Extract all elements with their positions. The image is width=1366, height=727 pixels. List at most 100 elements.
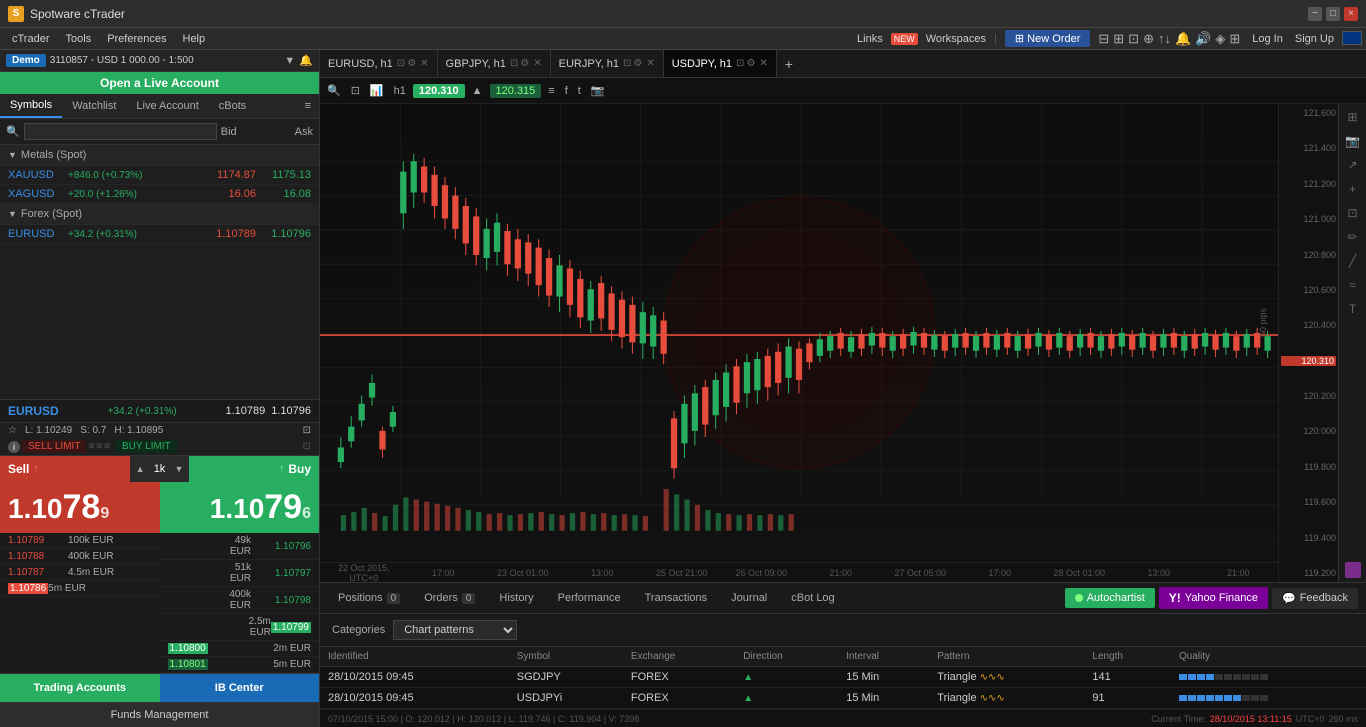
tab-transactions[interactable]: Transactions — [635, 588, 718, 608]
menu-ctrader[interactable]: cTrader — [4, 31, 58, 47]
chart-grid-btn[interactable]: ⊞ — [1345, 108, 1359, 126]
demo-badge[interactable]: Demo — [6, 54, 46, 67]
funds-management-button[interactable]: Funds Management — [0, 702, 319, 727]
chart-tab-gbpjpy[interactable]: GBPJPY, h1 ⊡ ⚙ ✕ — [438, 50, 551, 77]
limit-icon-4[interactable]: ⊡ — [303, 441, 311, 452]
tab-settings-icon-3[interactable]: ⚙ — [633, 58, 642, 69]
chart-cursor-icon[interactable]: ⊡ — [348, 83, 363, 98]
tab-close-eurjpy[interactable]: ✕ — [646, 58, 654, 69]
qty-up-arrow[interactable]: ▲ — [136, 464, 145, 474]
order-row-buy-highlight3[interactable]: 1.108015m EUR — [160, 657, 320, 673]
table-row[interactable]: 28/10/2015 09:45 USDJPYi FOREX ▲ 15 Min … — [320, 688, 1366, 709]
tab-expand-icon-2[interactable]: ⊡ — [510, 58, 518, 69]
close-button[interactable]: × — [1344, 7, 1358, 21]
group-metals[interactable]: ▼ Metals (Spot) — [0, 145, 319, 166]
links-button[interactable]: Links — [857, 33, 883, 45]
order-row-buy-highlight[interactable]: 2.5m EUR1.10799 — [160, 614, 320, 641]
tab-close-eurusd[interactable]: ✕ — [420, 58, 428, 69]
chart-h1-label[interactable]: h1 — [391, 84, 409, 98]
tab-cbot-log[interactable]: cBot Log — [781, 588, 844, 608]
expand-icon[interactable]: ⊡ — [303, 425, 311, 436]
chart-search-icon[interactable]: 🔍 — [324, 83, 344, 98]
chart-tab-eurusd[interactable]: EURUSD, h1 ⊡ ⚙ ✕ — [320, 50, 438, 77]
tab-expand-icon-4[interactable]: ⊡ — [736, 58, 744, 69]
search-input[interactable] — [24, 123, 217, 140]
toolbar-icon-4[interactable]: ⊕ — [1143, 31, 1154, 47]
chart-cursor-tool[interactable]: ↗ — [1345, 156, 1359, 174]
menu-tools[interactable]: Tools — [58, 31, 100, 47]
limit-icon-1[interactable]: ≡ — [88, 441, 94, 452]
chart-tab-eurjpy[interactable]: EURJPY, h1 ⊡ ⚙ ✕ — [551, 50, 664, 77]
tab-symbols[interactable]: Symbols — [0, 94, 62, 118]
trading-accounts-button[interactable]: Trading Accounts — [0, 674, 160, 702]
chart-candle-icon[interactable]: 📊 — [367, 83, 387, 98]
workspaces-button[interactable]: Workspaces — [926, 33, 986, 45]
chart-line-btn[interactable]: ╱ — [1347, 252, 1358, 270]
login-button[interactable]: Log In — [1248, 31, 1287, 47]
tab-settings-icon-2[interactable]: ⚙ — [520, 58, 529, 69]
new-order-button[interactable]: ⊞ New Order — [1005, 30, 1090, 47]
left-panel-collapse[interactable]: ≡ — [297, 96, 319, 116]
tab-expand-icon-3[interactable]: ⊡ — [623, 58, 631, 69]
order-row-sell[interactable]: 1.10788400k EUR — [0, 549, 160, 565]
chart-share-icon[interactable]: 📷 — [588, 83, 608, 98]
tab-expand-icon[interactable]: ⊡ — [397, 58, 405, 69]
tab-settings-icon[interactable]: ⚙ — [407, 58, 416, 69]
tab-orders[interactable]: Orders 0 — [414, 588, 485, 608]
sell-limit-button[interactable]: SELL LIMIT — [22, 440, 86, 453]
chart-tab-usdjpy[interactable]: USDJPY, h1 ⊡ ⚙ ✕ — [664, 50, 777, 77]
buy-price-display[interactable]: 1.10796 — [160, 482, 320, 533]
chart-text-btn[interactable]: T — [1347, 300, 1358, 318]
tab-performance[interactable]: Performance — [548, 588, 631, 608]
language-flag[interactable] — [1342, 31, 1362, 45]
menu-preferences[interactable]: Preferences — [99, 31, 174, 47]
tab-settings-icon-4[interactable]: ⚙ — [746, 58, 755, 69]
table-row[interactable]: 28/10/2015 09:45 SGDJPY FOREX ▲ 15 Min T… — [320, 667, 1366, 688]
info-icon[interactable]: i — [8, 441, 20, 453]
account-arrow[interactable]: ▼ — [284, 55, 295, 67]
group-forex[interactable]: ▼ Forex (Spot) — [0, 204, 319, 225]
quantity-input[interactable] — [145, 463, 175, 475]
order-row-sell[interactable]: 1.10789100k EUR — [0, 533, 160, 549]
toolbar-icon-8[interactable]: ◈ — [1215, 31, 1225, 47]
tab-positions[interactable]: Positions 0 — [328, 588, 410, 608]
order-row-buy-highlight2[interactable]: 1.108002m EUR — [160, 641, 320, 657]
limit-icon-3[interactable]: ≡ — [104, 441, 110, 452]
categories-select[interactable]: Chart patterns Fibonacci patterns — [393, 620, 517, 640]
list-item[interactable]: XAGUSD +20.0 (+1.26%) 16.06 16.08 — [0, 185, 319, 204]
buy-limit-button[interactable]: BUY LIMIT — [116, 440, 177, 453]
add-chart-button[interactable]: + — [777, 56, 801, 72]
order-row-buy[interactable]: 51k EUR1.10797 — [160, 560, 320, 587]
live-account-banner[interactable]: Open a Live Account — [0, 72, 319, 94]
chart-crosshair-tool[interactable]: + — [1347, 180, 1358, 198]
signup-button[interactable]: Sign Up — [1291, 31, 1338, 47]
chart-fb-icon[interactable]: f — [562, 84, 571, 98]
toolbar-icon-1[interactable]: ⊟ — [1098, 31, 1109, 47]
buy-button-area[interactable]: ↑ Buy — [189, 456, 319, 482]
menu-help[interactable]: Help — [175, 31, 214, 47]
order-row-sell[interactable]: 1.107874.5m EUR — [0, 565, 160, 581]
limit-icon-2[interactable]: ≡ — [96, 441, 102, 452]
ib-center-button[interactable]: IB Center — [160, 674, 320, 702]
chart-tw-icon[interactable]: t — [575, 84, 584, 98]
notify-button[interactable]: 🔔 — [299, 54, 313, 67]
tab-watchlist[interactable]: Watchlist — [62, 95, 126, 117]
order-row-buy[interactable]: 400k EUR1.10798 — [160, 587, 320, 614]
list-item[interactable]: EURUSD +34.2 (+0.31%) 1.10789 1.10796 — [0, 225, 319, 244]
order-row-buy[interactable]: 49k EUR1.10796 — [160, 533, 320, 560]
tab-close-usdjpy[interactable]: ✕ — [759, 58, 767, 69]
toolbar-icon-7[interactable]: 🔊 — [1195, 31, 1211, 47]
chart-color-btn[interactable] — [1345, 562, 1361, 578]
tab-history[interactable]: History — [489, 588, 543, 608]
sell-price-display[interactable]: 1.10789 — [0, 482, 160, 533]
tab-journal[interactable]: Journal — [721, 588, 777, 608]
toolbar-icon-2[interactable]: ⊞ — [1113, 31, 1124, 47]
toolbar-icon-9[interactable]: ⊞ — [1229, 31, 1240, 47]
chart-zoom-btn[interactable]: ⊡ — [1345, 204, 1359, 222]
toolbar-icon-5[interactable]: ↑↓ — [1158, 31, 1171, 46]
autochartist-button[interactable]: Autochartist — [1065, 588, 1155, 608]
sell-button-area[interactable]: Sell ↑ — [0, 456, 130, 482]
chart-settings-icon[interactable]: ≡ — [545, 84, 557, 98]
feedback-button[interactable]: 💬 Feedback — [1272, 588, 1358, 609]
toolbar-icon-6[interactable]: 🔔 — [1175, 31, 1191, 47]
